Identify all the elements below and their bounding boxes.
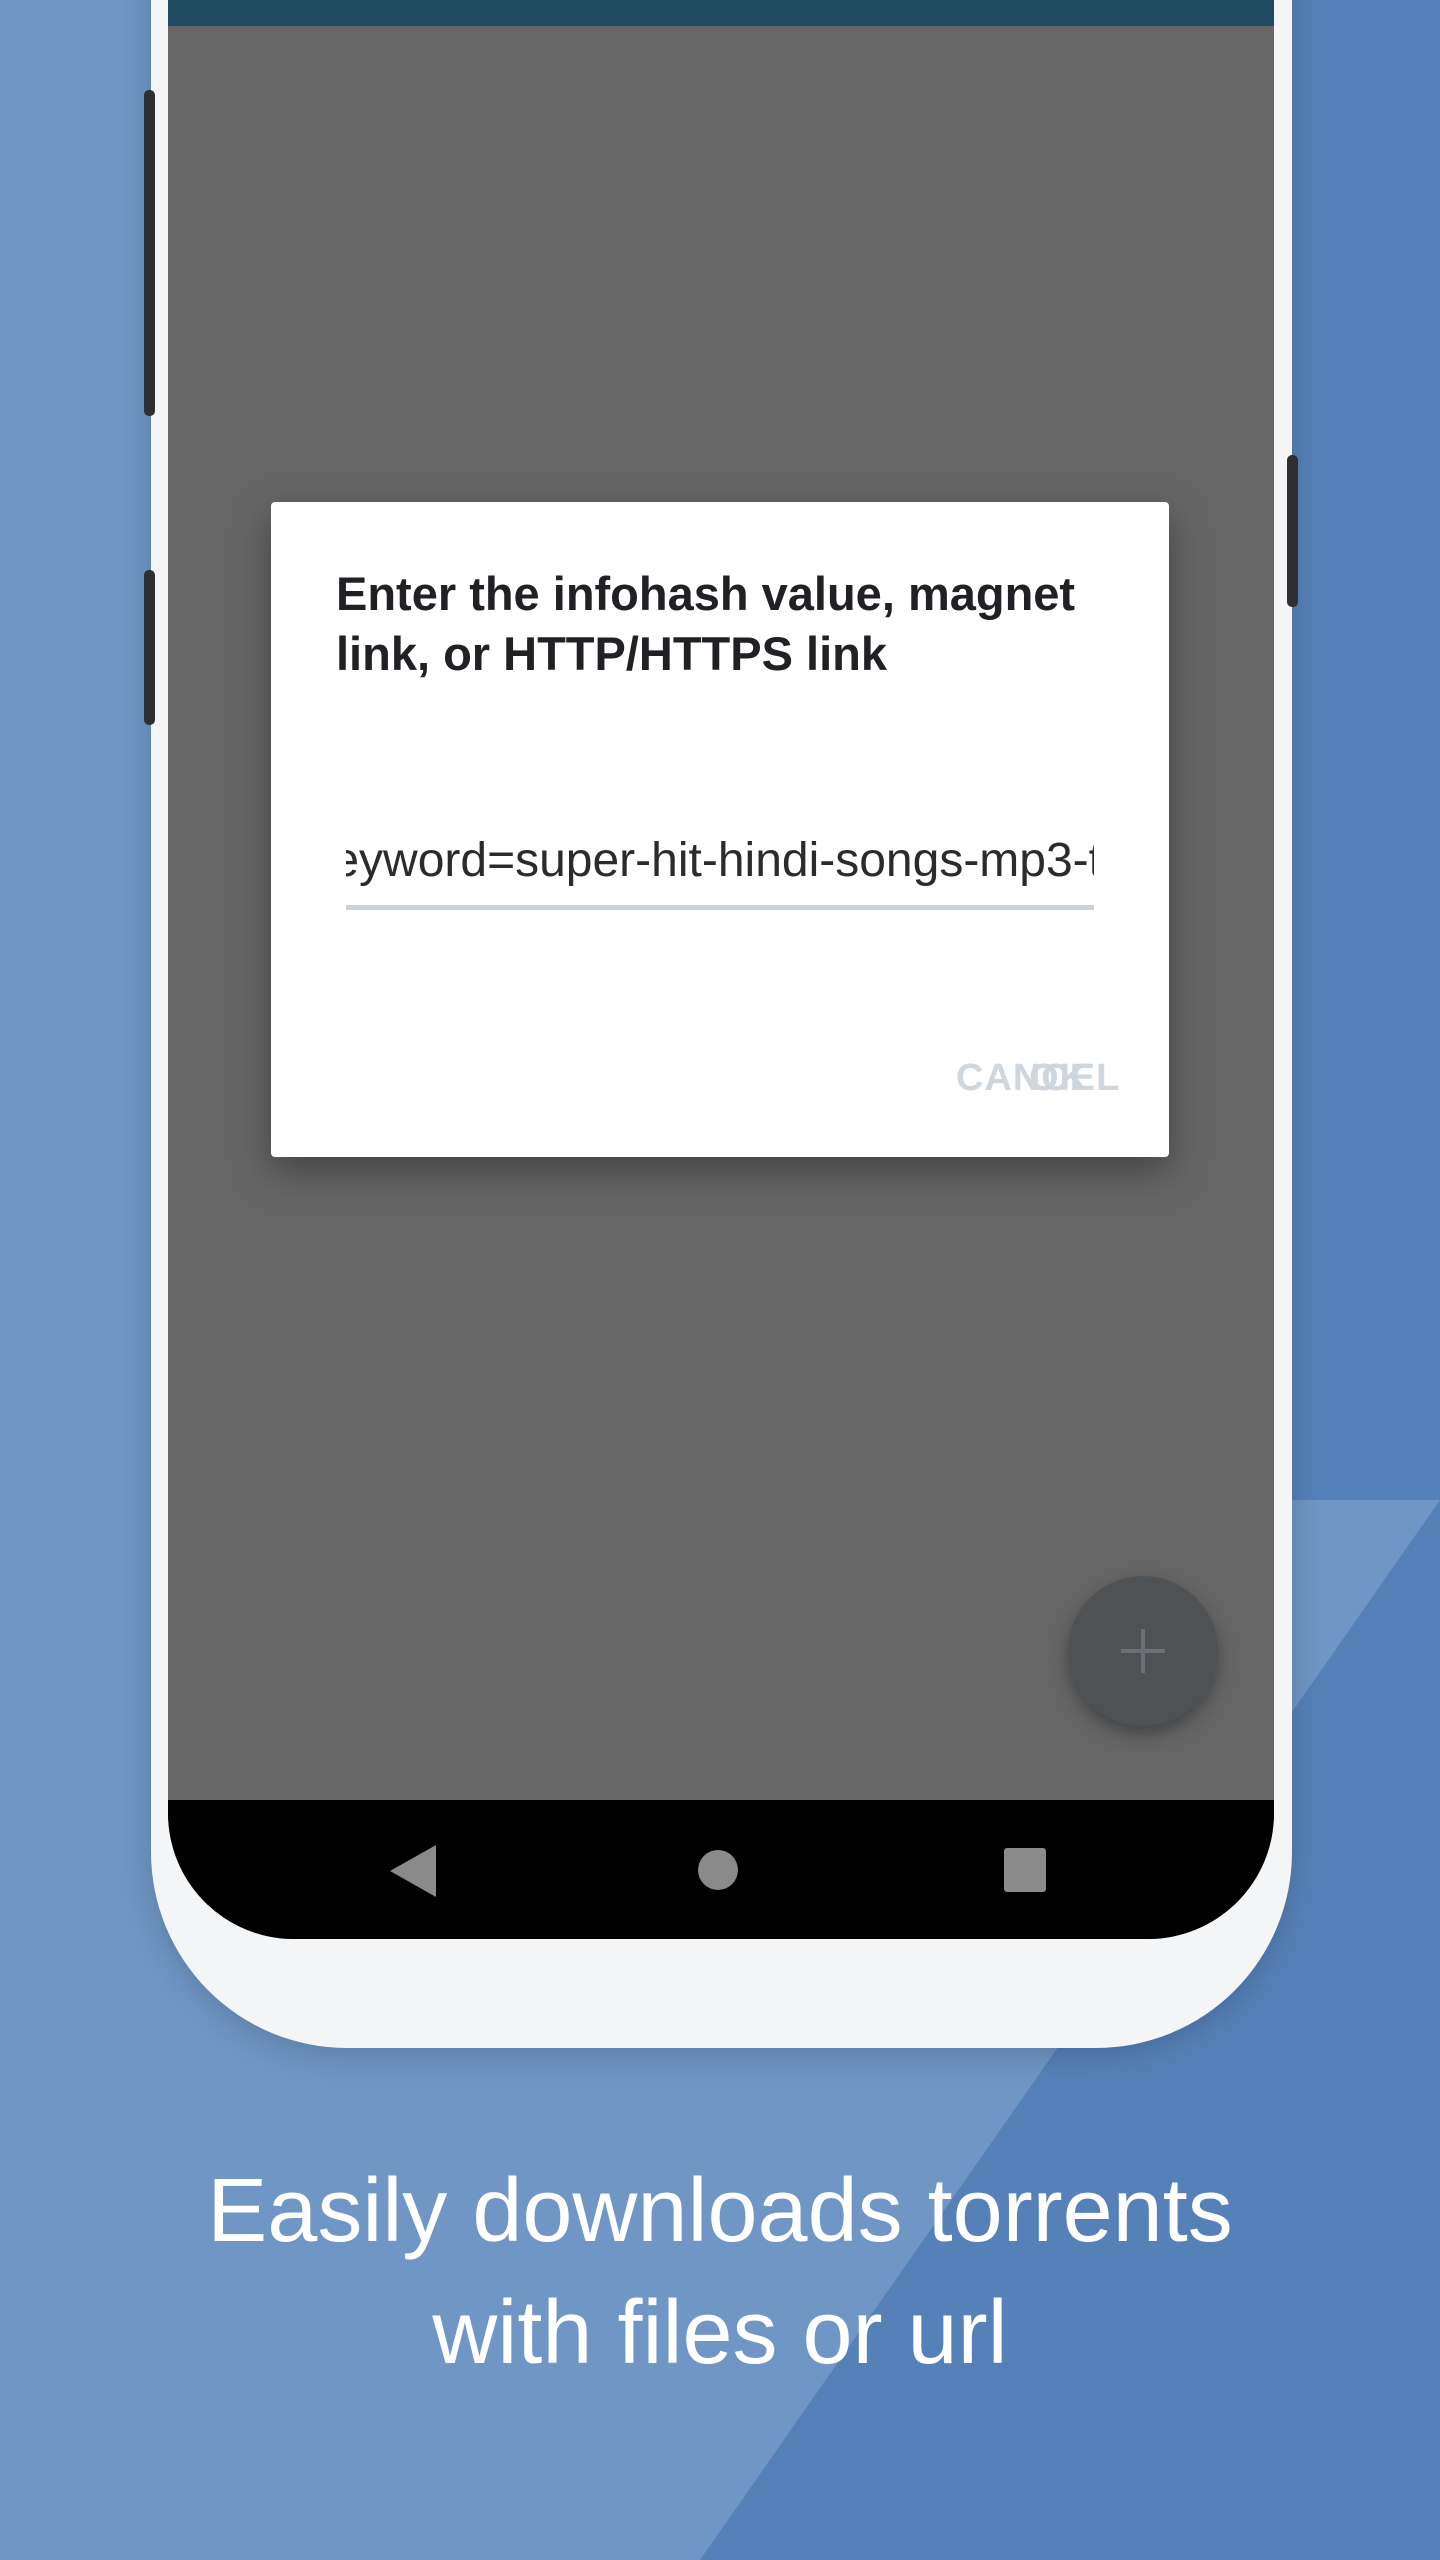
dialog-title: Enter the infohash value, magnet link, o… xyxy=(336,567,1076,680)
phone-volume-up-button xyxy=(144,90,155,416)
link-input-value: eyword=super-hit-hindi-songs-mp3-t xyxy=(346,834,1094,887)
ok-button[interactable]: OK xyxy=(1029,1054,1088,1102)
plus-icon xyxy=(1121,1629,1165,1673)
add-link-dialog: Enter the infohash value, magnet link, o… xyxy=(271,502,1169,1157)
caption-line-2: with files or url xyxy=(432,2283,1008,2383)
add-torrent-fab[interactable] xyxy=(1068,1576,1218,1726)
phone-screen: Enter the infohash value, magnet link, o… xyxy=(168,0,1274,1939)
phone-volume-down-button xyxy=(144,570,155,725)
caption-line-1: Easily downloads torrents xyxy=(207,2161,1233,2261)
phone-power-button xyxy=(1287,455,1298,607)
recents-square-icon[interactable] xyxy=(1004,1848,1046,1892)
back-triangle-icon[interactable] xyxy=(390,1845,436,1897)
app-bar xyxy=(168,0,1274,26)
promo-caption: Easily downloads torrents with files or … xyxy=(0,2150,1440,2394)
home-circle-icon[interactable] xyxy=(698,1850,738,1890)
system-navigation-bar xyxy=(168,1800,1274,1939)
link-input[interactable]: eyword=super-hit-hindi-songs-mp3-t xyxy=(346,827,1094,910)
